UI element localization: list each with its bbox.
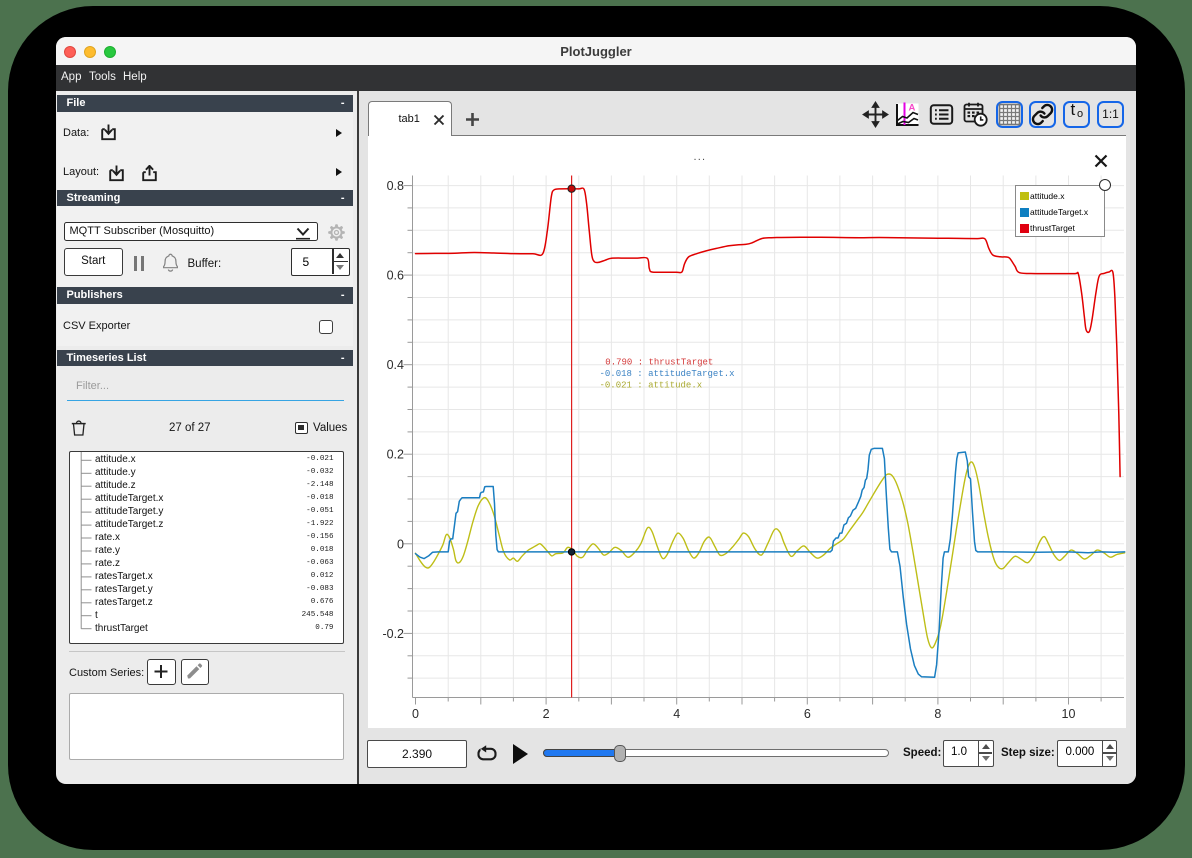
svg-text:-0.021 : attitude.x: -0.021 : attitude.x (599, 380, 702, 390)
svg-text:4: 4 (673, 707, 680, 721)
svg-text:6: 6 (803, 707, 810, 721)
svg-text:-0.2: -0.2 (382, 626, 404, 640)
svg-text:8: 8 (934, 707, 941, 721)
svg-text:10: 10 (1061, 707, 1075, 721)
svg-text:2: 2 (542, 707, 549, 721)
svg-text:0.790 : thrustTarget: 0.790 : thrustTarget (605, 357, 713, 367)
svg-text:0.4: 0.4 (386, 358, 403, 372)
svg-text:A: A (909, 103, 916, 114)
svg-text:0: 0 (397, 537, 404, 551)
svg-text:-0.018 : attitudeTarget.x: -0.018 : attitudeTarget.x (599, 369, 734, 379)
svg-text:0.8: 0.8 (386, 179, 403, 193)
svg-text:0.2: 0.2 (386, 447, 403, 461)
svg-text:0: 0 (412, 707, 419, 721)
svg-text:0.6: 0.6 (386, 268, 403, 282)
